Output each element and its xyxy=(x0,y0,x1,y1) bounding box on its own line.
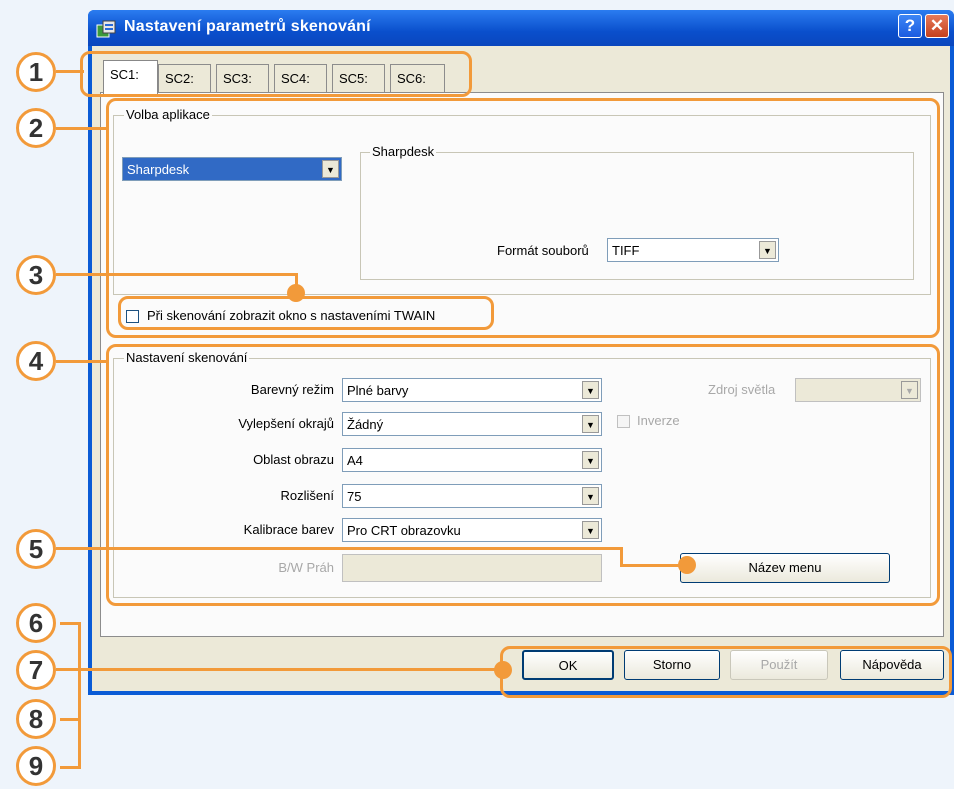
callout-number-9: 9 xyxy=(16,746,56,786)
leader-dot xyxy=(678,556,696,574)
leader-line xyxy=(56,668,504,671)
leader-line xyxy=(56,273,298,276)
callout-frame-scan-settings xyxy=(106,344,940,606)
callout-frame-buttons xyxy=(500,646,952,698)
leader-line xyxy=(56,547,622,550)
leader-line xyxy=(60,622,80,625)
callout-number-5: 5 xyxy=(16,529,56,569)
callout-number-3: 3 xyxy=(16,255,56,295)
leader-line xyxy=(56,360,108,363)
leader-dot xyxy=(494,661,512,679)
callout-number-4: 4 xyxy=(16,341,56,381)
leader-line xyxy=(56,127,108,130)
leader-line xyxy=(78,622,81,769)
callout-number-6: 6 xyxy=(16,603,56,643)
callout-number-7: 7 xyxy=(16,650,56,690)
callout-number-2: 2 xyxy=(16,108,56,148)
window-title: Nastavení parametrů skenování xyxy=(124,18,371,35)
leader-line xyxy=(60,718,80,721)
help-title-button[interactable]: ? xyxy=(898,14,922,38)
callout-number-1: 1 xyxy=(16,52,56,92)
callout-frame-twain xyxy=(118,296,494,330)
leader-line xyxy=(60,766,80,769)
tab-sc1[interactable]: SC1: xyxy=(103,60,158,94)
leader-line xyxy=(56,70,84,73)
callout-number-8: 8 xyxy=(16,699,56,739)
leader-dot xyxy=(287,284,305,302)
scanner-app-icon xyxy=(96,20,116,38)
close-title-button[interactable]: ✕ xyxy=(925,14,949,38)
